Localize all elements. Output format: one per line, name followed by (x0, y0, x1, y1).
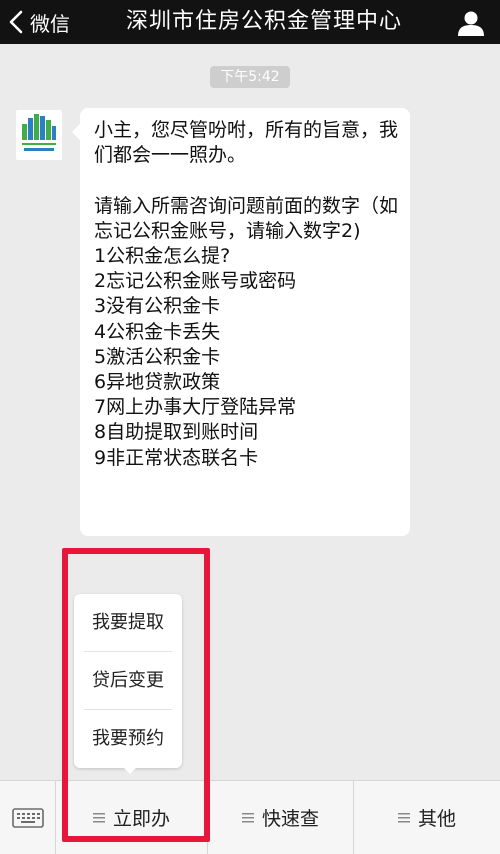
menu-lines-icon (397, 812, 410, 822)
menu-tab-quick-query[interactable]: 快速查 (208, 781, 354, 854)
menu-lines-icon (92, 812, 105, 822)
keyboard-toggle-button[interactable] (0, 781, 56, 854)
page-title: 深圳市住房公积金管理中心 (125, 9, 402, 34)
menu-tab-other[interactable]: 其他 (354, 781, 500, 854)
housing-fund-logo-icon (22, 114, 56, 151)
profile-icon[interactable] (456, 8, 486, 38)
submenu-item-label: 我要预约 (92, 728, 164, 749)
message-text: 小主，您尽管吩咐，所有的旨意，我们都会一一照办。 请输入所需咨询问题前面的数字（… (94, 119, 399, 469)
menu-tab-label: 立即办 (112, 808, 170, 830)
keyboard-icon (11, 807, 44, 828)
menu-tab-do-now[interactable]: 立即办 (56, 781, 208, 854)
popup-caret (122, 766, 138, 774)
menu-lines-icon (241, 812, 254, 822)
submenu-item-appointment[interactable]: 我要预约 (74, 710, 182, 768)
top-navigation-bar: 微信 深圳市住房公积金管理中心 (0, 0, 500, 44)
submenu-item-label: 贷后变更 (92, 670, 164, 691)
submenu-item-withdraw[interactable]: 我要提取 (74, 594, 182, 652)
bottom-menu-bar: 立即办 快速查 其他 (0, 780, 500, 854)
message-bubble: 小主，您尽管吩咐，所有的旨意，我们都会一一照办。 请输入所需咨询问题前面的数字（… (72, 108, 410, 536)
avatar[interactable] (16, 110, 62, 160)
message-timestamp: 下午5:42 (210, 66, 290, 88)
submenu-popup: 我要提取 贷后变更 我要预约 (74, 594, 182, 768)
submenu-item-loan-change[interactable]: 贷后变更 (74, 652, 182, 710)
menu-tab-label: 快速查 (261, 808, 319, 830)
menu-tab-label: 其他 (417, 808, 456, 830)
submenu-item-label: 我要提取 (92, 612, 164, 633)
